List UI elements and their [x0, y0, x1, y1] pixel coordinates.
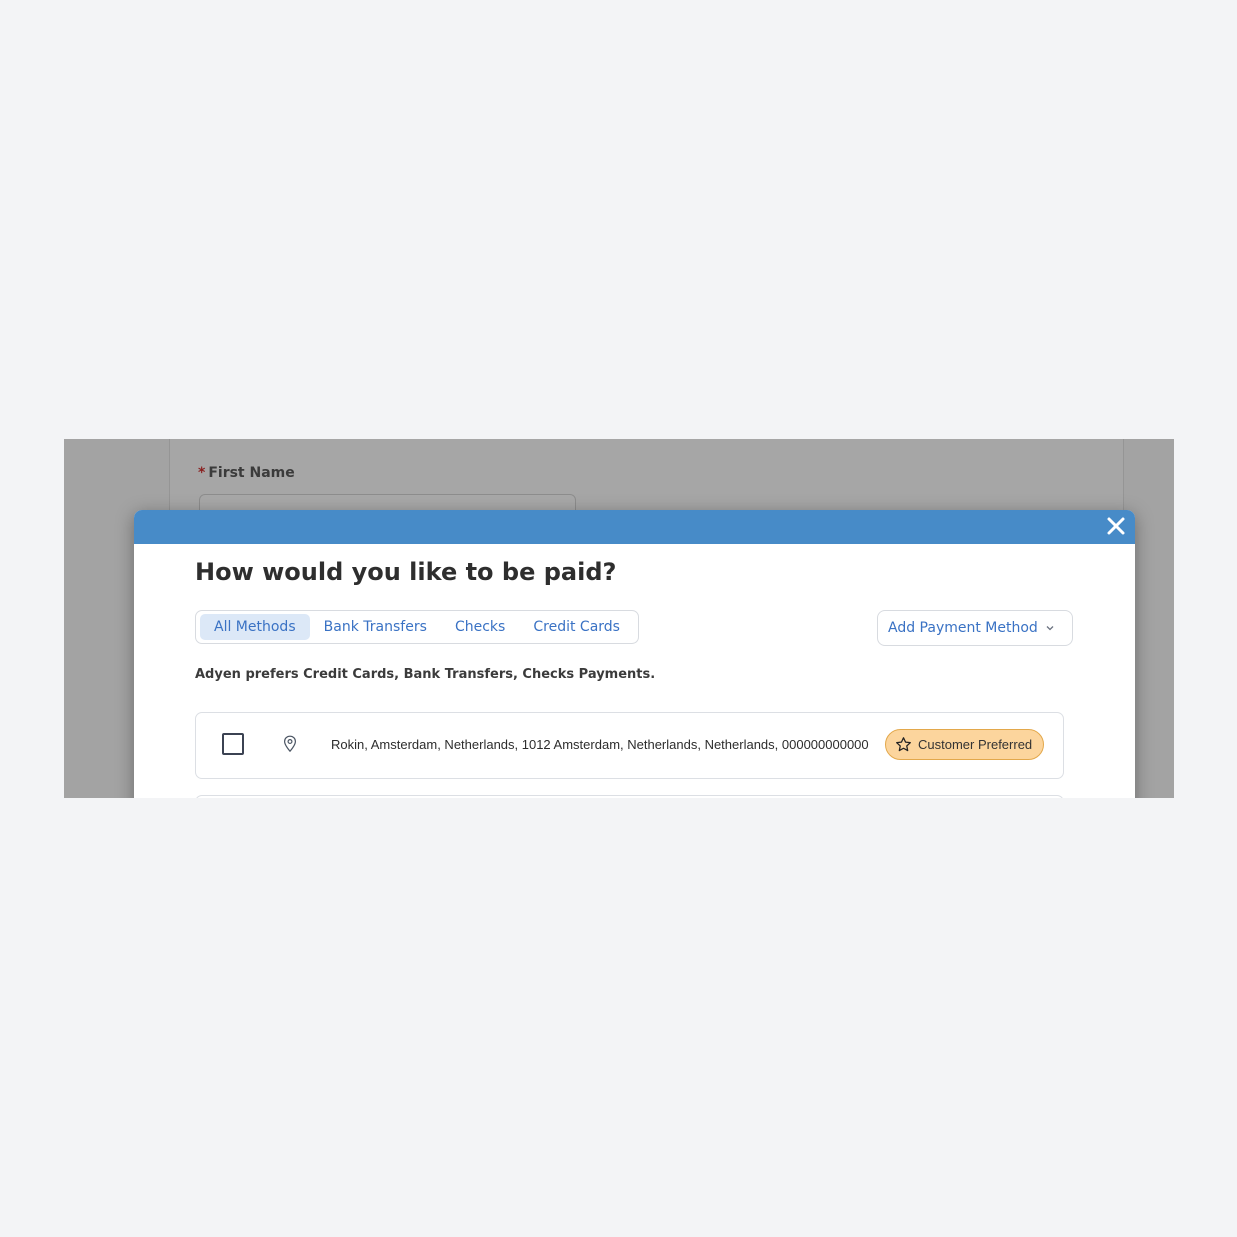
payment-method-modal: How would you like to be paid? All Metho…: [134, 510, 1135, 798]
first-name-label-text: First Name: [208, 465, 295, 481]
add-payment-method-button[interactable]: Add Payment Method: [877, 610, 1073, 646]
customer-preferred-badge: Customer Preferred: [885, 729, 1045, 760]
required-marker: *: [198, 465, 206, 481]
tab-bank-transfers[interactable]: Bank Transfers: [310, 614, 441, 640]
tab-credit-cards[interactable]: Credit Cards: [519, 614, 634, 640]
chevron-down-icon: [1046, 626, 1054, 631]
method-filter-tabs: All Methods Bank Transfers Checks Credit…: [195, 610, 639, 644]
method-checkbox[interactable]: [222, 733, 244, 755]
payment-method-card[interactable]: [195, 795, 1064, 798]
first-name-label: * First Name: [198, 465, 295, 481]
add-payment-method-label: Add Payment Method: [888, 620, 1038, 636]
close-icon[interactable]: [1103, 513, 1129, 539]
tab-all-methods[interactable]: All Methods: [200, 614, 310, 640]
tab-checks[interactable]: Checks: [441, 614, 519, 640]
app-frame: * First Name How would you like to be pai…: [64, 439, 1174, 798]
modal-title: How would you like to be paid?: [195, 558, 617, 586]
method-address: Rokin, Amsterdam, Netherlands, 1012 Amst…: [331, 737, 869, 752]
star-icon: [896, 737, 911, 752]
payment-method-card[interactable]: Rokin, Amsterdam, Netherlands, 1012 Amst…: [195, 712, 1064, 779]
vendor-preference-text: Adyen prefers Credit Cards, Bank Transfe…: [195, 667, 656, 682]
modal-header: [134, 510, 1135, 544]
location-pin-icon: [283, 735, 297, 753]
badge-label: Customer Preferred: [918, 737, 1033, 752]
